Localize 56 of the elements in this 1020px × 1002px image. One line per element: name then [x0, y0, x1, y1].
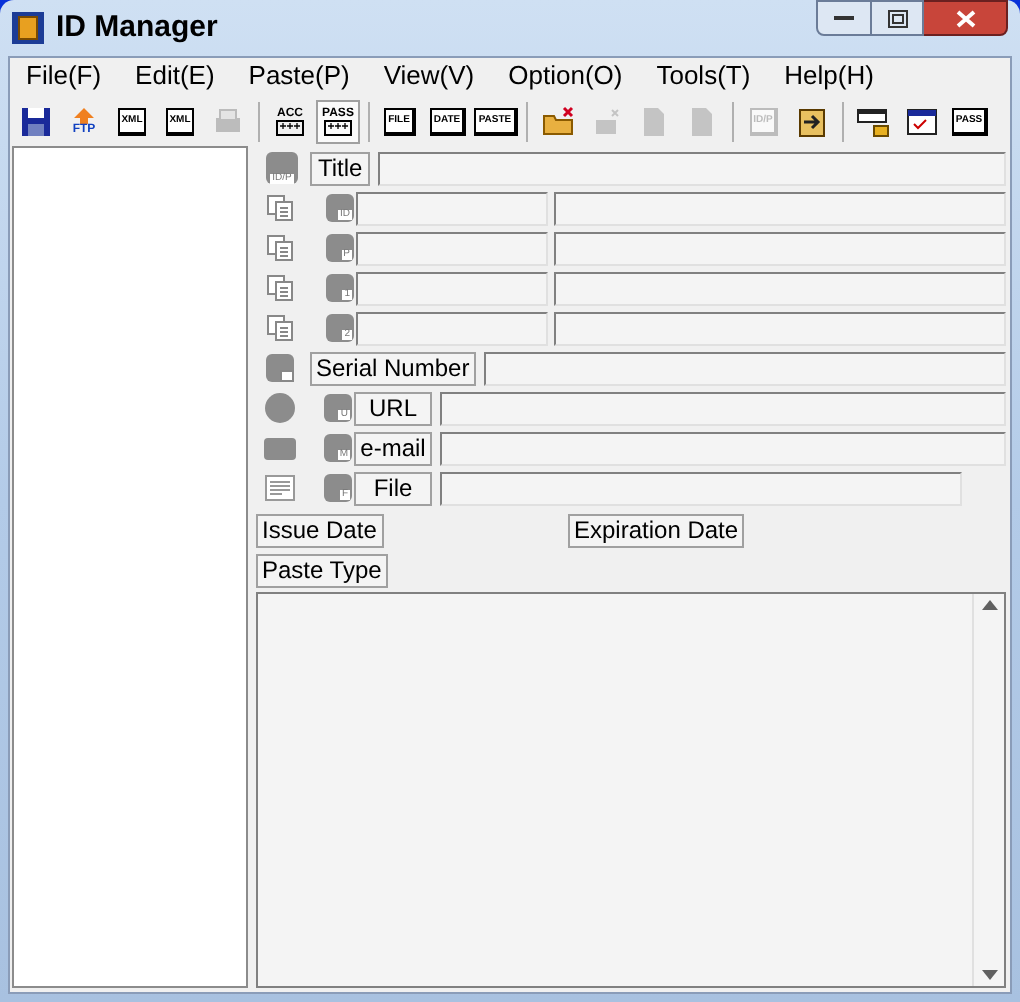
- scrollbar[interactable]: [972, 594, 1004, 986]
- serial-number-label: Serial Number: [310, 351, 476, 385]
- window-lock-icon: [856, 106, 892, 138]
- clipboard-icon: [266, 354, 294, 382]
- menu-item[interactable]: Edit(E): [123, 56, 227, 96]
- input-field[interactable]: [554, 191, 1006, 225]
- menu-item[interactable]: Help(H): [772, 56, 886, 96]
- clipboard-icon: [796, 106, 828, 138]
- input-field[interactable]: [440, 391, 1006, 425]
- issue-date-label: Issue Date: [256, 513, 384, 547]
- close-icon: [955, 9, 975, 27]
- app-icon: [12, 12, 44, 44]
- field-label: File: [354, 471, 432, 505]
- maximize-icon: [887, 9, 907, 27]
- field-label: e-mail: [354, 431, 432, 465]
- minimize-icon: [834, 14, 854, 22]
- field-label: URL: [354, 391, 432, 425]
- folder-icon: [590, 106, 622, 138]
- circle-icon: [264, 392, 296, 424]
- window-icon: [906, 106, 938, 138]
- menu-item[interactable]: Option(O): [496, 56, 635, 96]
- input-field[interactable]: [554, 271, 1006, 305]
- scroll-down-icon: [981, 970, 997, 980]
- serial-number-field[interactable]: [483, 351, 1006, 385]
- page-icon: [686, 106, 718, 138]
- menu-item[interactable]: File(F): [14, 56, 114, 96]
- printer-icon: [212, 106, 244, 138]
- page-icon: [638, 106, 670, 138]
- menu-item[interactable]: View(V): [371, 56, 487, 96]
- input-field[interactable]: [356, 191, 548, 225]
- title-field[interactable]: [378, 151, 1006, 185]
- input-field[interactable]: [356, 271, 548, 305]
- copy-icon: [266, 314, 294, 342]
- input-field[interactable]: [356, 311, 548, 345]
- maximize-button[interactable]: [872, 0, 924, 36]
- menu-item[interactable]: Paste(P): [236, 56, 362, 96]
- scroll-up-icon: [981, 600, 997, 610]
- folder-icon: [542, 106, 574, 138]
- copy-icon: [266, 234, 294, 262]
- minimize-button[interactable]: [816, 0, 872, 36]
- copy-icon: [266, 194, 294, 222]
- document-icon: [264, 472, 296, 504]
- input-field[interactable]: [440, 431, 1006, 465]
- input-field[interactable]: [440, 471, 962, 505]
- copy-icon: [266, 274, 294, 302]
- input-field[interactable]: [356, 231, 548, 265]
- close-button[interactable]: [924, 0, 1008, 36]
- input-field[interactable]: [554, 311, 1006, 345]
- up-arrow-icon: [74, 108, 94, 124]
- menu-item[interactable]: Tools(T): [644, 56, 763, 96]
- paste-type-label: Paste Type: [256, 553, 388, 587]
- expiration-date-label: Expiration Date: [568, 513, 745, 547]
- window-title: ID Manager: [56, 7, 218, 48]
- envelope-icon: [264, 432, 296, 464]
- input-field[interactable]: [554, 231, 1006, 265]
- title-label: Title: [310, 151, 371, 185]
